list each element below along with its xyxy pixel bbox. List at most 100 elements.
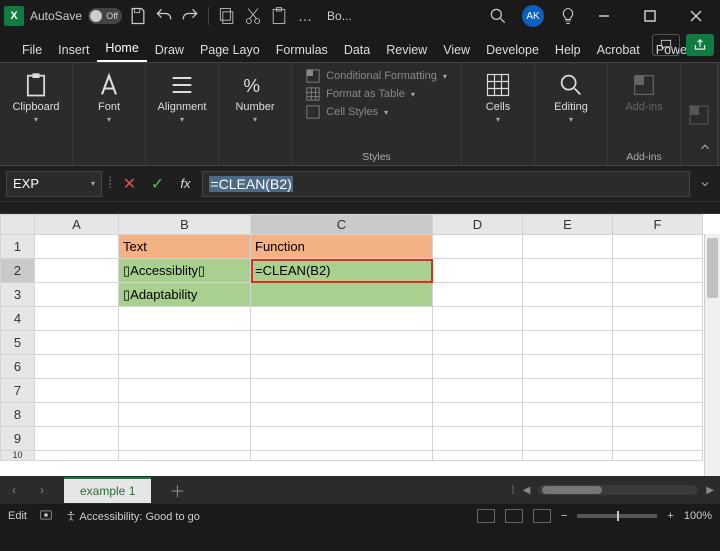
cell-B5[interactable] xyxy=(119,331,251,355)
cells-button[interactable]: Cells ▾ xyxy=(468,67,528,124)
clipboard-button[interactable]: Clipboard ▾ xyxy=(6,67,66,124)
scrollbar-thumb[interactable] xyxy=(542,486,602,494)
cell-F7[interactable] xyxy=(613,379,703,403)
row-header-8[interactable]: 8 xyxy=(1,403,35,427)
redo-icon[interactable] xyxy=(180,6,200,26)
normal-view-button[interactable] xyxy=(477,509,495,523)
add-sheet-button[interactable]: ＋ xyxy=(163,478,191,502)
cell-A9[interactable] xyxy=(35,427,119,451)
cell-C4[interactable] xyxy=(251,307,433,331)
spreadsheet-grid[interactable]: A B C D E F 1 Text Function 2 ▯Accessibl… xyxy=(0,214,720,476)
search-icon[interactable] xyxy=(488,6,508,26)
editing-button[interactable]: Editing ▾ xyxy=(541,67,601,124)
cell-B4[interactable] xyxy=(119,307,251,331)
cell-A8[interactable] xyxy=(35,403,119,427)
accessibility-status[interactable]: Accessibility: Good to go xyxy=(65,510,200,523)
cell-E8[interactable] xyxy=(523,403,613,427)
sheet-options-icon[interactable]: ⁞ xyxy=(511,483,514,497)
toggle-switch[interactable]: Off xyxy=(88,8,122,24)
cell-D5[interactable] xyxy=(433,331,523,355)
cell-A5[interactable] xyxy=(35,331,119,355)
cell-E9[interactable] xyxy=(523,427,613,451)
row-header-3[interactable]: 3 xyxy=(1,283,35,307)
cell-E1[interactable] xyxy=(523,235,613,259)
cell-D3[interactable] xyxy=(433,283,523,307)
cell-B6[interactable] xyxy=(119,355,251,379)
cell-C1[interactable]: Function xyxy=(251,235,433,259)
share-button[interactable] xyxy=(686,34,714,56)
vertical-scrollbar[interactable] xyxy=(704,234,720,476)
maximize-button[interactable] xyxy=(630,0,670,32)
cell-B3[interactable]: ▯Adaptability xyxy=(119,283,251,307)
cancel-formula-button[interactable]: ✕ xyxy=(118,173,140,195)
addins-button[interactable]: Add-ins xyxy=(614,67,674,113)
tab-data[interactable]: Data xyxy=(336,37,378,62)
save-icon[interactable] xyxy=(128,6,148,26)
tab-acrobat[interactable]: Acrobat xyxy=(589,37,648,62)
cell-E2[interactable] xyxy=(523,259,613,283)
tab-formulas[interactable]: Formulas xyxy=(268,37,336,62)
comments-button[interactable] xyxy=(652,34,680,56)
conditional-formatting-button[interactable]: Conditional Formatting▾ xyxy=(306,69,447,83)
row-header-9[interactable]: 9 xyxy=(1,427,35,451)
minimize-button[interactable] xyxy=(584,0,624,32)
cell-C10[interactable] xyxy=(251,451,433,461)
row-header-7[interactable]: 7 xyxy=(1,379,35,403)
cell-F3[interactable] xyxy=(613,283,703,307)
insert-function-button[interactable]: fx xyxy=(174,173,196,195)
cell-F4[interactable] xyxy=(613,307,703,331)
cell-D10[interactable] xyxy=(433,451,523,461)
cell-B8[interactable] xyxy=(119,403,251,427)
sheet-nav-next[interactable]: › xyxy=(28,483,56,497)
cell-A10[interactable] xyxy=(35,451,119,461)
collapse-ribbon-button[interactable] xyxy=(698,140,712,159)
tab-draw[interactable]: Draw xyxy=(147,37,192,62)
cell-A7[interactable] xyxy=(35,379,119,403)
alignment-button[interactable]: Alignment ▾ xyxy=(152,67,212,124)
cell-D6[interactable] xyxy=(433,355,523,379)
tab-file[interactable]: File xyxy=(14,37,50,62)
cell-F9[interactable] xyxy=(613,427,703,451)
qat-overflow-icon[interactable]: … xyxy=(295,6,315,26)
formula-input[interactable]: =CLEAN(B2) xyxy=(202,171,690,197)
zoom-slider[interactable] xyxy=(577,514,657,518)
row-header-1[interactable]: 1 xyxy=(1,235,35,259)
row-header-6[interactable]: 6 xyxy=(1,355,35,379)
col-header-E[interactable]: E xyxy=(523,215,613,235)
hscroll-left-icon[interactable]: ◀ xyxy=(523,485,531,496)
tab-view[interactable]: View xyxy=(435,37,478,62)
zoom-level[interactable]: 100% xyxy=(684,510,712,522)
cell-A6[interactable] xyxy=(35,355,119,379)
col-header-F[interactable]: F xyxy=(613,215,703,235)
autosave-toggle[interactable]: AutoSave Off xyxy=(30,8,122,24)
paste-icon[interactable] xyxy=(269,6,289,26)
tab-developer[interactable]: Develope xyxy=(478,37,547,62)
row-header-5[interactable]: 5 xyxy=(1,331,35,355)
format-as-table-button[interactable]: Format as Table▾ xyxy=(306,87,447,101)
number-button[interactable]: % Number ▾ xyxy=(225,67,285,124)
hscroll-right-icon[interactable]: ▶ xyxy=(706,485,714,496)
sheet-nav-prev[interactable]: ‹ xyxy=(0,483,28,497)
tab-home[interactable]: Home xyxy=(97,35,146,62)
tab-page-layout[interactable]: Page Layo xyxy=(192,37,268,62)
cell-C9[interactable] xyxy=(251,427,433,451)
cell-D4[interactable] xyxy=(433,307,523,331)
cell-styles-button[interactable]: Cell Styles▾ xyxy=(306,105,447,119)
cell-D8[interactable] xyxy=(433,403,523,427)
cell-D9[interactable] xyxy=(433,427,523,451)
cell-D2[interactable] xyxy=(433,259,523,283)
cell-C7[interactable] xyxy=(251,379,433,403)
col-header-B[interactable]: B xyxy=(119,215,251,235)
cell-F6[interactable] xyxy=(613,355,703,379)
cell-F5[interactable] xyxy=(613,331,703,355)
undo-icon[interactable] xyxy=(154,6,174,26)
cell-A4[interactable] xyxy=(35,307,119,331)
cell-E4[interactable] xyxy=(523,307,613,331)
cell-C5[interactable] xyxy=(251,331,433,355)
cell-B1[interactable]: Text xyxy=(119,235,251,259)
cell-C6[interactable] xyxy=(251,355,433,379)
col-header-C[interactable]: C xyxy=(251,215,433,235)
cell-B2[interactable]: ▯Accessiblity▯ xyxy=(119,259,251,283)
horizontal-scrollbar[interactable] xyxy=(538,485,698,495)
cell-B9[interactable] xyxy=(119,427,251,451)
